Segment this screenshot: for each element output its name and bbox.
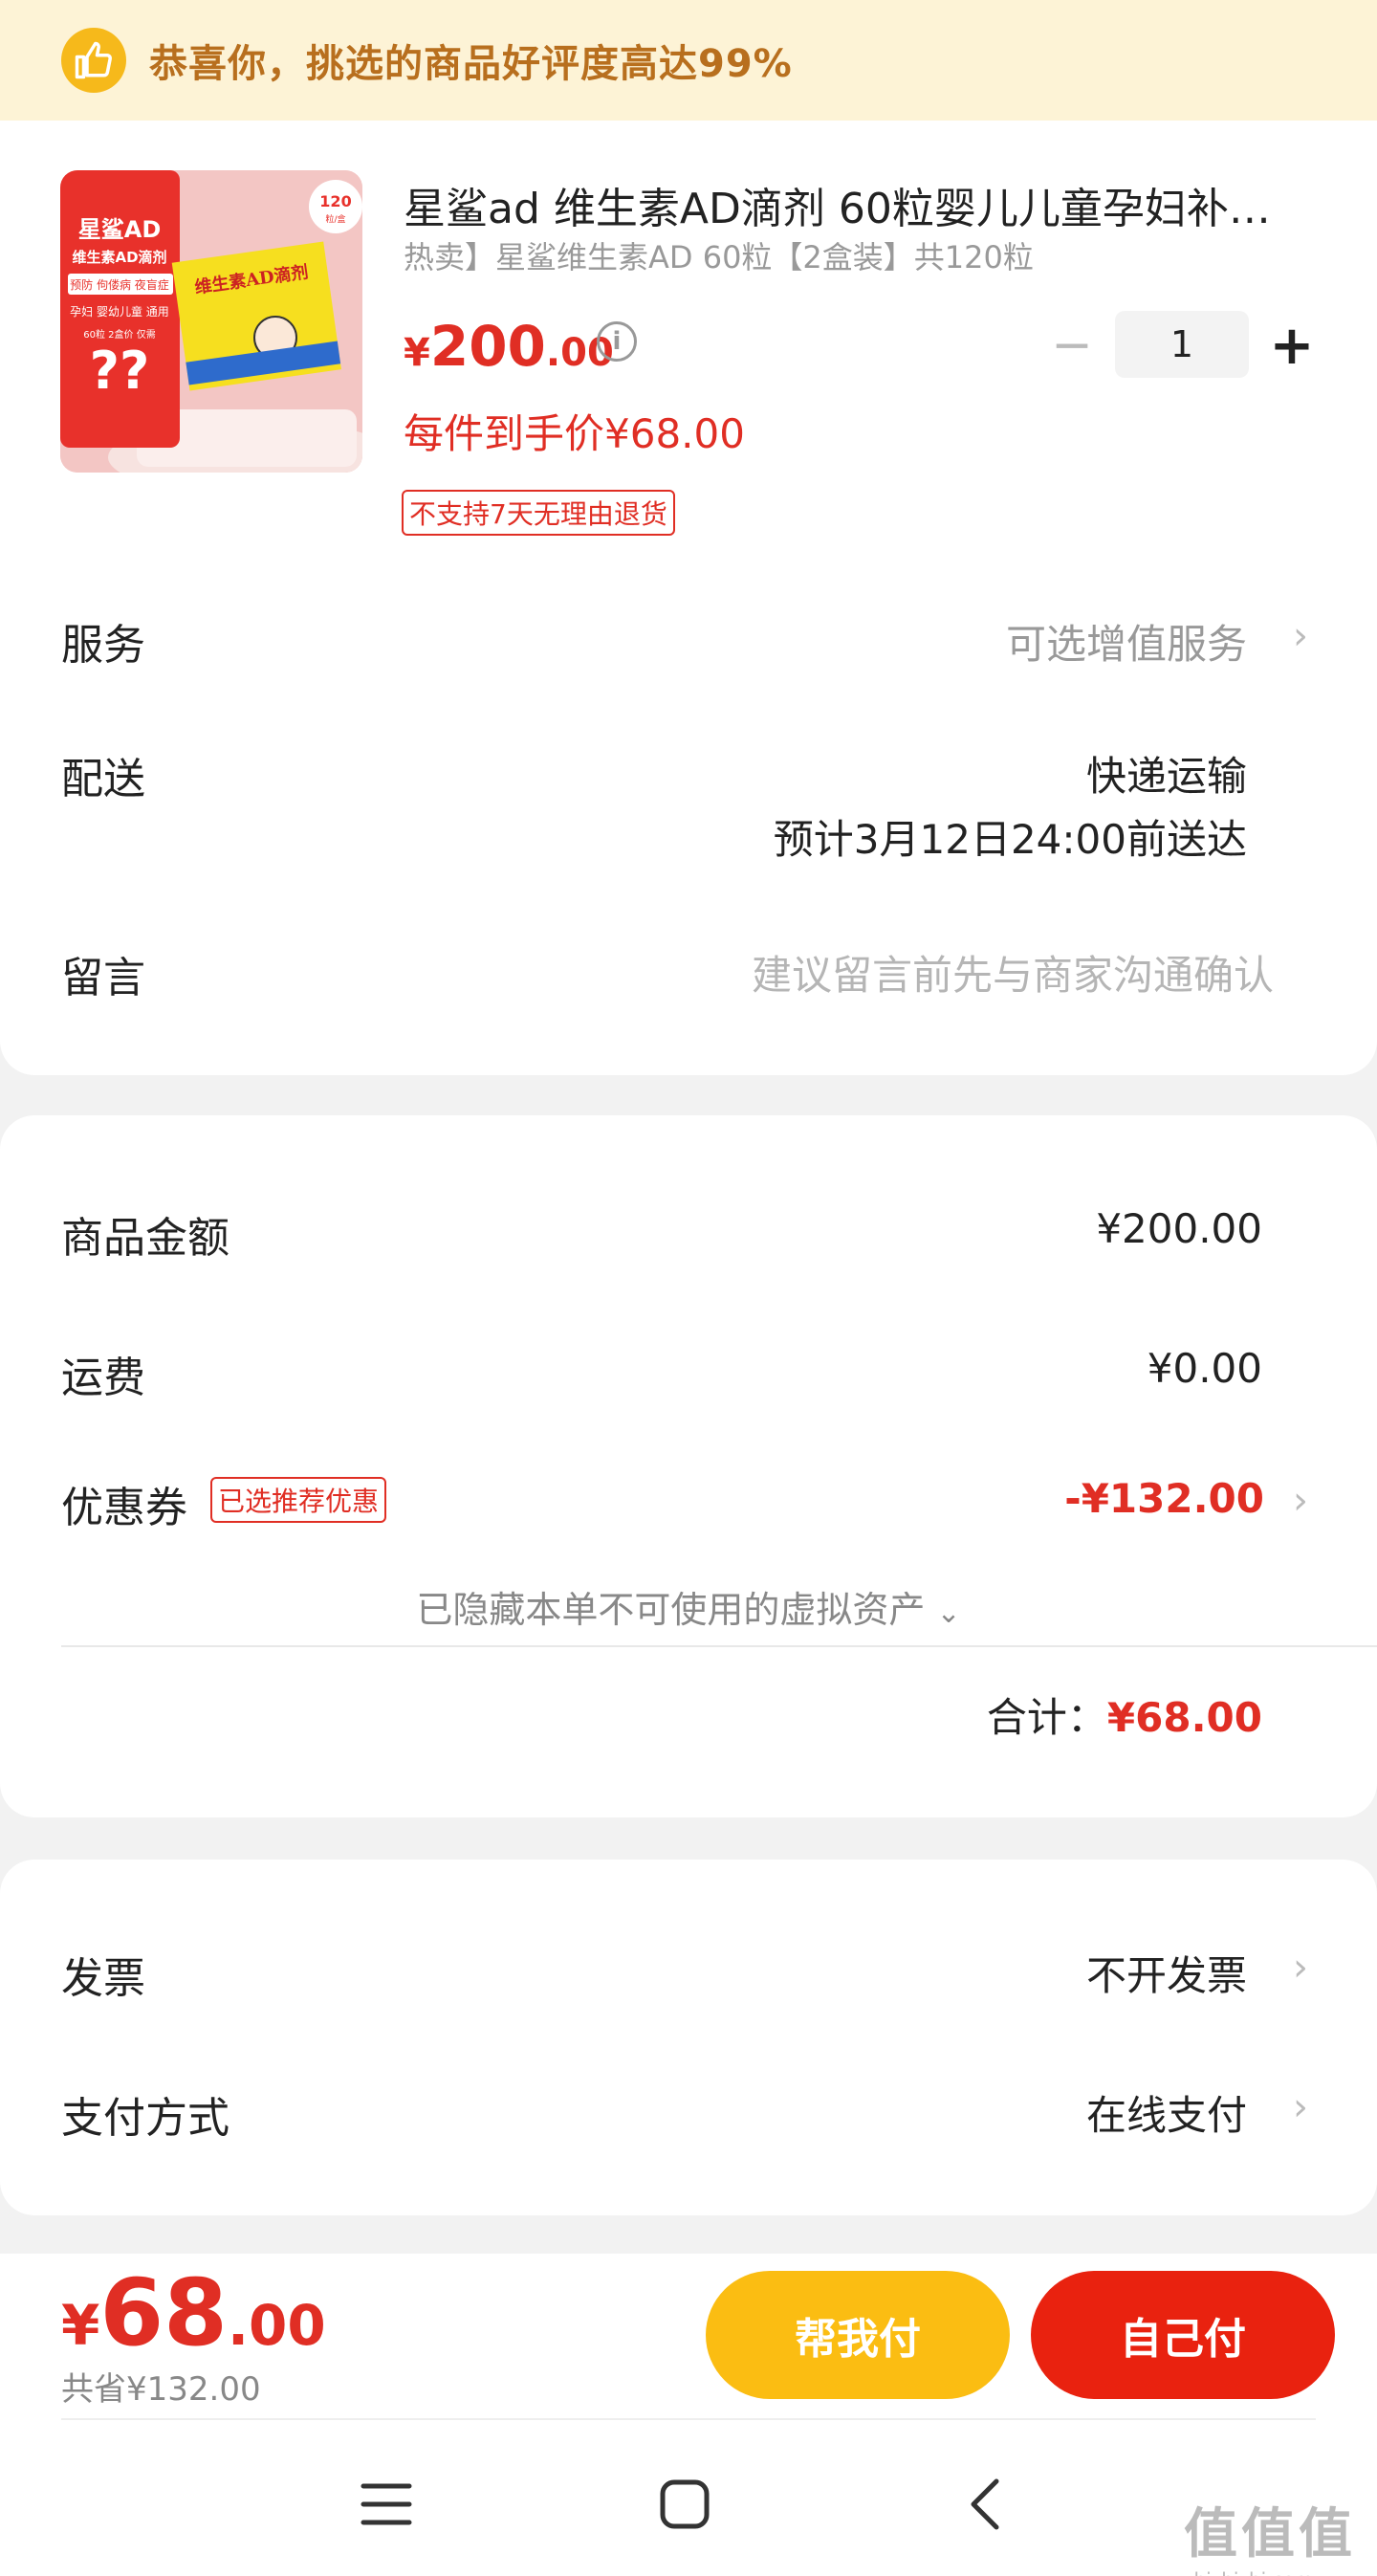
payable-currency: ¥	[61, 2293, 100, 2358]
image-badge-number: 120	[319, 192, 351, 210]
price-integer: 200	[429, 314, 546, 379]
quantity-input[interactable]: 1	[1115, 311, 1249, 378]
divider	[61, 1645, 1377, 1647]
payment-options-card	[0, 1860, 1377, 2215]
image-uses2: 孕妇 婴幼儿童 通用	[70, 304, 169, 319]
message-input[interactable]: 建议留言前先与商家沟通确认	[752, 943, 1274, 1002]
payable-integer: 68	[99, 2259, 228, 2367]
chevron-down-icon: ⌄	[936, 1596, 961, 1630]
image-brand: 星鲨AD	[78, 216, 162, 243]
product-price: ¥200.00	[404, 314, 614, 379]
pay-myself-button[interactable]: 自己付	[1031, 2271, 1335, 2399]
total-line: 合计：¥68.00	[987, 1685, 1262, 1744]
image-uses1: 预防 佝偻病 夜盲症	[70, 277, 169, 292]
product-title[interactable]: 星鲨ad 维生素AD滴剂 60粒婴儿儿童孕妇补…	[404, 174, 1312, 235]
image-name: 维生素AD滴剂	[72, 249, 166, 266]
watermark: 值值值 zhizhizhi.com	[1184, 2491, 1375, 2576]
watermark-url: zhizhizhi.com	[1184, 2568, 1375, 2576]
unit-final-price: 每件到手价¥68.00	[404, 410, 745, 457]
home-icon[interactable]	[646, 2466, 723, 2543]
goods-amount-value: ¥200.00	[1096, 1205, 1262, 1252]
thumbs-up-icon	[61, 28, 126, 93]
image-badge-unit: 粒/盒	[325, 213, 345, 225]
hidden-assets-text: 已隐藏本单不可使用的虚拟资产	[416, 1589, 926, 1631]
saved-amount: 共省¥132.00	[61, 2370, 261, 2409]
quantity-increase-button[interactable]: +	[1270, 312, 1315, 379]
service-label: 服务	[61, 621, 145, 670]
service-chevron-icon[interactable]: ›	[1293, 614, 1308, 658]
product-sku[interactable]: 热卖】星鲨维生素AD 60粒【2盒装】共120粒	[404, 233, 1312, 277]
payment-method-value[interactable]: 在线支付	[1086, 2083, 1247, 2142]
divider	[61, 2418, 1316, 2420]
product-image[interactable]: 星鲨AD 维生素AD滴剂 预防 佝偻病 夜盲症 孕妇 婴幼儿童 通用 60粒 2…	[60, 170, 362, 473]
total-value: ¥68.00	[1106, 1694, 1262, 1741]
total-label: 合计：	[986, 1694, 1107, 1741]
watermark-title: 值值值	[1184, 2503, 1356, 2565]
coupon-recommended-tag: 已选推荐优惠	[210, 1477, 387, 1523]
quantity-decrease-button[interactable]: −	[1050, 312, 1094, 379]
delivery-label: 配送	[61, 755, 145, 804]
delivery-estimate: 预计3月12日24:00前送达	[773, 816, 1247, 863]
service-value[interactable]: 可选增值服务	[1006, 612, 1247, 671]
shipping-value: ¥0.00	[1147, 1345, 1262, 1392]
price-currency: ¥	[404, 331, 430, 375]
info-icon[interactable]: i	[597, 321, 637, 362]
goods-amount-label: 商品金额	[61, 1214, 230, 1263]
invoice-chevron-icon[interactable]: ›	[1293, 1946, 1308, 1990]
invoice-label: 发票	[61, 1954, 145, 2003]
menu-icon[interactable]	[348, 2466, 425, 2543]
help-me-pay-button[interactable]: 帮我付	[706, 2271, 1010, 2399]
coupon-label: 优惠券	[61, 1484, 187, 1532]
payable-amount: ¥68.00	[61, 2259, 326, 2367]
image-promo-small: 60粒 2盒价 仅需	[83, 328, 155, 341]
invoice-value[interactable]: 不开发票	[1086, 1944, 1247, 2002]
coupon-chevron-icon[interactable]: ›	[1293, 1479, 1308, 1523]
payable-decimal: .00	[227, 2293, 326, 2358]
message-label: 留言	[61, 954, 145, 1002]
praise-banner: 恭喜你，挑选的商品好评度高达99%	[0, 0, 1377, 121]
image-promo-price: ??	[90, 341, 150, 401]
back-icon[interactable]	[947, 2466, 1023, 2543]
payment-chevron-icon[interactable]: ›	[1293, 2085, 1308, 2129]
no-return-tag: 不支持7天无理由退货	[402, 490, 675, 536]
delivery-method: 快递运输	[1085, 753, 1247, 800]
shipping-label: 运费	[61, 1354, 145, 1402]
hidden-assets-toggle[interactable]: 已隐藏本单不可使用的虚拟资产 ⌄	[0, 1580, 1377, 1633]
banner-text: 恭喜你，挑选的商品好评度高达99%	[149, 42, 793, 86]
coupon-value[interactable]: -¥132.00	[1064, 1475, 1264, 1522]
payment-method-label: 支付方式	[61, 2094, 230, 2143]
